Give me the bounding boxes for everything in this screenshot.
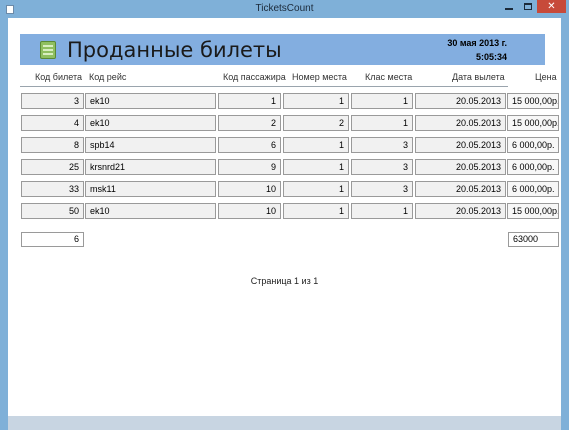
cell-date[interactable]: 20.05.2013 <box>415 203 506 219</box>
cell-seat[interactable]: 1 <box>283 159 349 175</box>
window-title: TicketsCount <box>255 3 314 14</box>
header-divider <box>20 86 508 87</box>
column-header-date: Дата вылета <box>452 72 505 82</box>
cell-date[interactable]: 20.05.2013 <box>415 93 506 109</box>
cell-seat[interactable]: 1 <box>283 203 349 219</box>
cell-ticket-id[interactable]: 33 <box>21 181 84 197</box>
cell-class[interactable]: 1 <box>351 115 413 131</box>
ticket-count-total[interactable]: 6 <box>21 232 84 247</box>
cell-flight[interactable]: ek10 <box>85 203 216 219</box>
price-sum-total[interactable]: 63000 <box>508 232 559 247</box>
cell-price[interactable]: 6 000,00р. <box>507 137 559 153</box>
column-header-flight: Код рейс <box>89 72 127 82</box>
report-canvas: Проданные билеты 30 мая 2013 г. 5:05:34 … <box>8 18 561 416</box>
cell-passenger-id[interactable]: 2 <box>218 115 281 131</box>
cell-price[interactable]: 6 000,00р. <box>507 181 559 197</box>
cell-class[interactable]: 1 <box>351 203 413 219</box>
cell-ticket-id[interactable]: 8 <box>21 137 84 153</box>
cell-ticket-id[interactable]: 4 <box>21 115 84 131</box>
cell-ticket-id[interactable]: 25 <box>21 159 84 175</box>
cell-class[interactable]: 3 <box>351 137 413 153</box>
cell-class[interactable]: 3 <box>351 159 413 175</box>
maximize-button[interactable] <box>517 0 539 13</box>
maximize-icon <box>524 3 532 10</box>
cell-flight[interactable]: msk11 <box>85 181 216 197</box>
report-header: Проданные билеты 30 мая 2013 г. 5:05:34 <box>20 34 545 65</box>
cell-class[interactable]: 1 <box>351 93 413 109</box>
window-titlebar: TicketsCount ✕ <box>0 0 569 18</box>
cell-flight[interactable]: ek10 <box>85 93 216 109</box>
cell-date[interactable]: 20.05.2013 <box>415 181 506 197</box>
report-time: 5:05:34 <box>475 52 507 62</box>
column-header-seat: Номер места <box>292 72 347 82</box>
cell-seat[interactable]: 2 <box>283 115 349 131</box>
cell-price[interactable]: 15 000,00р. <box>507 115 559 131</box>
column-header-price: Цена <box>535 72 557 82</box>
cell-passenger-id[interactable]: 10 <box>218 203 281 219</box>
cell-seat[interactable]: 1 <box>283 137 349 153</box>
cell-date[interactable]: 20.05.2013 <box>415 137 506 153</box>
cell-date[interactable]: 20.05.2013 <box>415 115 506 131</box>
report-icon <box>40 41 56 59</box>
column-header-class: Клас места <box>365 72 413 82</box>
column-header-ticket-id: Код билета <box>35 72 82 82</box>
cell-flight[interactable]: spb14 <box>85 137 216 153</box>
cell-price[interactable]: 15 000,00р. <box>507 93 559 109</box>
cell-seat[interactable]: 1 <box>283 181 349 197</box>
cell-passenger-id[interactable]: 9 <box>218 159 281 175</box>
cell-class[interactable]: 3 <box>351 181 413 197</box>
report-date: 30 мая 2013 г. <box>447 38 507 48</box>
cell-ticket-id[interactable]: 50 <box>21 203 84 219</box>
cell-flight[interactable]: ek10 <box>85 115 216 131</box>
column-header-passenger-id: Код пассажира <box>223 72 286 82</box>
cell-passenger-id[interactable]: 6 <box>218 137 281 153</box>
cell-price[interactable]: 15 000,00р. <box>507 203 559 219</box>
cell-flight[interactable]: krsnrd21 <box>85 159 216 175</box>
cell-passenger-id[interactable]: 10 <box>218 181 281 197</box>
close-icon: ✕ <box>547 1 556 12</box>
page-indicator: Страница 1 из 1 <box>250 276 319 286</box>
minimize-icon <box>505 7 513 10</box>
close-button[interactable]: ✕ <box>537 0 566 13</box>
cell-passenger-id[interactable]: 1 <box>218 93 281 109</box>
cell-ticket-id[interactable]: 3 <box>21 93 84 109</box>
cell-date[interactable]: 20.05.2013 <box>415 159 506 175</box>
report-title: Проданные билеты <box>67 38 282 62</box>
cell-seat[interactable]: 1 <box>283 93 349 109</box>
cell-price[interactable]: 6 000,00р. <box>507 159 559 175</box>
horizontal-scrollbar[interactable] <box>8 416 561 430</box>
